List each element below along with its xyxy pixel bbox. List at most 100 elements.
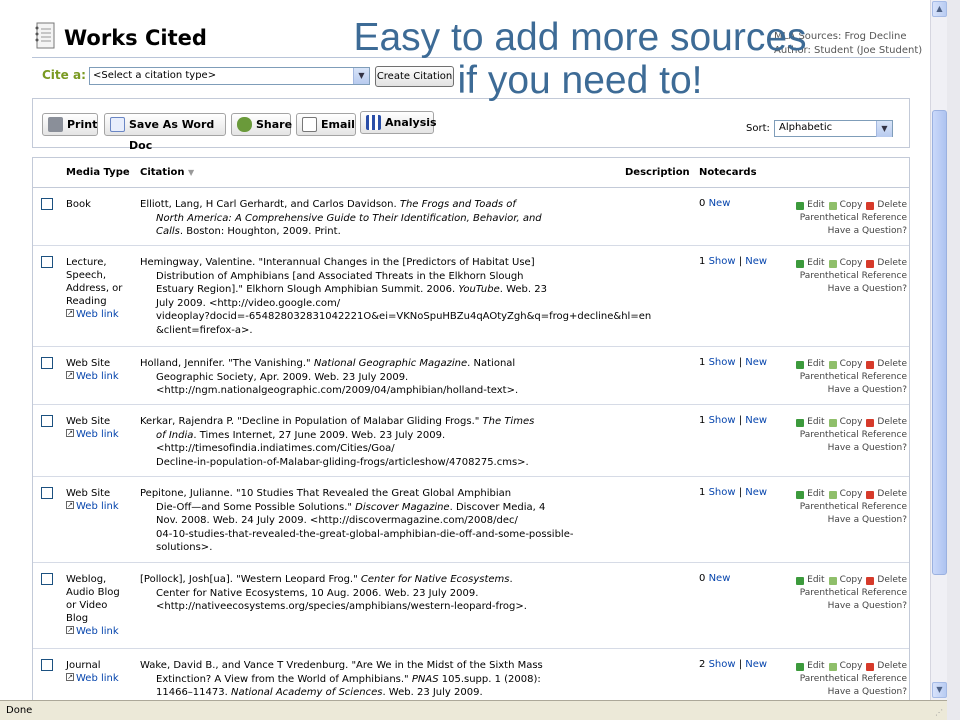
chevron-down-icon[interactable]: ▼ — [353, 68, 369, 84]
copy-button[interactable]: Copy — [828, 660, 862, 673]
web-link[interactable]: ↗ Web link — [66, 500, 136, 513]
notecard-new-link[interactable]: New — [745, 357, 767, 368]
notecard-new-link[interactable]: New — [745, 487, 767, 498]
notecard-new-link[interactable]: New — [745, 415, 767, 426]
row-checkbox[interactable] — [41, 573, 53, 585]
row-checkbox[interactable] — [41, 415, 53, 427]
web-link[interactable]: ↗ Web link — [66, 370, 136, 383]
email-button[interactable]: Email — [296, 113, 356, 136]
header-media-type[interactable]: Media Type — [66, 167, 130, 178]
web-link[interactable]: ↗ Web link — [66, 308, 136, 321]
delete-button[interactable]: Delete — [866, 358, 907, 371]
project-name: MLA Sources: Frog Decline — [774, 31, 907, 42]
print-button[interactable]: Print — [42, 113, 98, 136]
delete-button[interactable]: Delete — [866, 199, 907, 212]
web-link[interactable]: ↗ Web link — [66, 428, 136, 441]
edit-button[interactable]: Edit — [796, 574, 825, 587]
notecard-show-link[interactable]: Show — [709, 357, 736, 368]
delete-icon — [866, 259, 875, 268]
have-a-question-link[interactable]: Have a Question? — [779, 384, 907, 397]
have-a-question-link[interactable]: Have a Question? — [779, 283, 907, 296]
edit-button[interactable]: Edit — [796, 199, 825, 212]
notecard-new-link[interactable]: New — [745, 659, 767, 670]
notecard-new-link[interactable]: New — [709, 573, 731, 584]
delete-button[interactable]: Delete — [866, 416, 907, 429]
parenthetical-reference-link[interactable]: Parenthetical Reference — [779, 587, 907, 600]
media-type-cell: Lecture, Speech, Address, or Reading ↗ Web li… — [66, 256, 136, 321]
delete-button[interactable]: Delete — [866, 257, 907, 270]
notecard-show-link[interactable]: Show — [709, 659, 736, 670]
delete-button[interactable]: Delete — [866, 660, 907, 673]
copy-button[interactable]: Copy — [828, 574, 862, 587]
resize-grip-icon[interactable]: ⋰ — [935, 708, 945, 718]
row-checkbox[interactable] — [41, 256, 53, 268]
media-type-text: Book — [66, 199, 91, 210]
vertical-scrollbar[interactable]: ▲ ▼ — [930, 0, 947, 700]
edit-button[interactable]: Edit — [796, 358, 825, 371]
citation-line: of India. Times Internet, 27 June 2009. … — [140, 429, 618, 443]
row-checkbox[interactable] — [41, 487, 53, 499]
notecard-show-link[interactable]: Show — [709, 415, 736, 426]
row-checkbox[interactable] — [41, 357, 53, 369]
notecard-show-link[interactable]: Show — [709, 256, 736, 267]
citation-text: . Times Internet, 27 June 2009. Web. 23 … — [193, 429, 446, 441]
parenthetical-reference-link[interactable]: Parenthetical Reference — [779, 212, 907, 225]
notecard-show-link[interactable]: Show — [709, 487, 736, 498]
edit-button[interactable]: Edit — [796, 416, 825, 429]
bar-chart-icon — [366, 115, 381, 130]
share-button[interactable]: Share — [231, 113, 292, 136]
edit-button[interactable]: Edit — [796, 488, 825, 501]
save-as-word-button[interactable]: Save As Word Doc — [104, 113, 226, 152]
citation-line: [Pollock], Josh[ua]. "Western Leopard Fr… — [140, 573, 618, 587]
analysis-button[interactable]: Analysis — [360, 111, 437, 134]
parenthetical-reference-link[interactable]: Parenthetical Reference — [779, 501, 907, 514]
delete-button[interactable]: Delete — [866, 574, 907, 587]
copy-button[interactable]: Copy — [828, 488, 862, 501]
have-a-question-link[interactable]: Have a Question? — [779, 600, 907, 613]
web-link[interactable]: ↗ Web link — [66, 625, 136, 638]
citation-text: . Discover Media, 4 — [449, 501, 546, 513]
notecard-new-link[interactable]: New — [709, 198, 731, 209]
web-link[interactable]: ↗ Web link — [66, 672, 136, 685]
header-citation[interactable]: Citation ▼ — [140, 167, 194, 178]
create-citation-button[interactable]: Create Citation — [375, 66, 454, 87]
project-info: MLA Sources: Frog Decline Author: Studen… — [774, 30, 922, 58]
chevron-down-icon[interactable]: ▼ — [876, 121, 892, 137]
edit-button[interactable]: Edit — [796, 257, 825, 270]
notecard-new-link[interactable]: New — [745, 256, 767, 267]
delete-button[interactable]: Delete — [866, 488, 907, 501]
copy-button[interactable]: Copy — [828, 257, 862, 270]
parenthetical-reference-link[interactable]: Parenthetical Reference — [779, 673, 907, 686]
citation-cell: Wake, David B., and Vance T Vredenburg. … — [140, 659, 618, 700]
citation-line: solutions>. — [140, 541, 618, 555]
toolbar: Print Save As Word Doc Share Email Analy… — [32, 98, 910, 152]
have-a-question-link[interactable]: Have a Question? — [779, 514, 907, 527]
citation-text: YouTube — [458, 284, 500, 295]
scroll-thumb[interactable] — [932, 110, 947, 575]
row-checkbox[interactable] — [41, 198, 53, 210]
scroll-down-icon[interactable]: ▼ — [932, 682, 947, 698]
citation-type-select[interactable]: <Select a citation type> ▼ — [89, 67, 370, 85]
copy-button[interactable]: Copy — [828, 199, 862, 212]
have-a-question-link[interactable]: Have a Question? — [779, 686, 907, 699]
edit-button[interactable]: Edit — [796, 660, 825, 673]
delete-icon — [866, 490, 875, 499]
scroll-up-icon[interactable]: ▲ — [932, 1, 947, 17]
parenthetical-reference-link[interactable]: Parenthetical Reference — [779, 371, 907, 384]
media-type-text: Audio Blog — [66, 587, 120, 598]
citation-line: Calls. Boston: Houghton, 2009. Print. — [140, 225, 618, 239]
external-link-icon: ↗ — [66, 309, 74, 317]
copy-button[interactable]: Copy — [828, 416, 862, 429]
header-description[interactable]: Description — [625, 167, 690, 178]
sort-select[interactable]: Alphabetic ▼ — [774, 120, 893, 137]
link-separator: | — [735, 256, 746, 267]
have-a-question-link[interactable]: Have a Question? — [779, 225, 907, 238]
header-notecards[interactable]: Notecards — [699, 167, 757, 178]
copy-button[interactable]: Copy — [828, 358, 862, 371]
have-a-question-link[interactable]: Have a Question? — [779, 442, 907, 455]
row-checkbox[interactable] — [41, 659, 53, 671]
parenthetical-reference-link[interactable]: Parenthetical Reference — [779, 270, 907, 283]
copy-icon — [828, 201, 837, 210]
parenthetical-reference-link[interactable]: Parenthetical Reference — [779, 429, 907, 442]
external-link-icon: ↗ — [66, 371, 74, 379]
